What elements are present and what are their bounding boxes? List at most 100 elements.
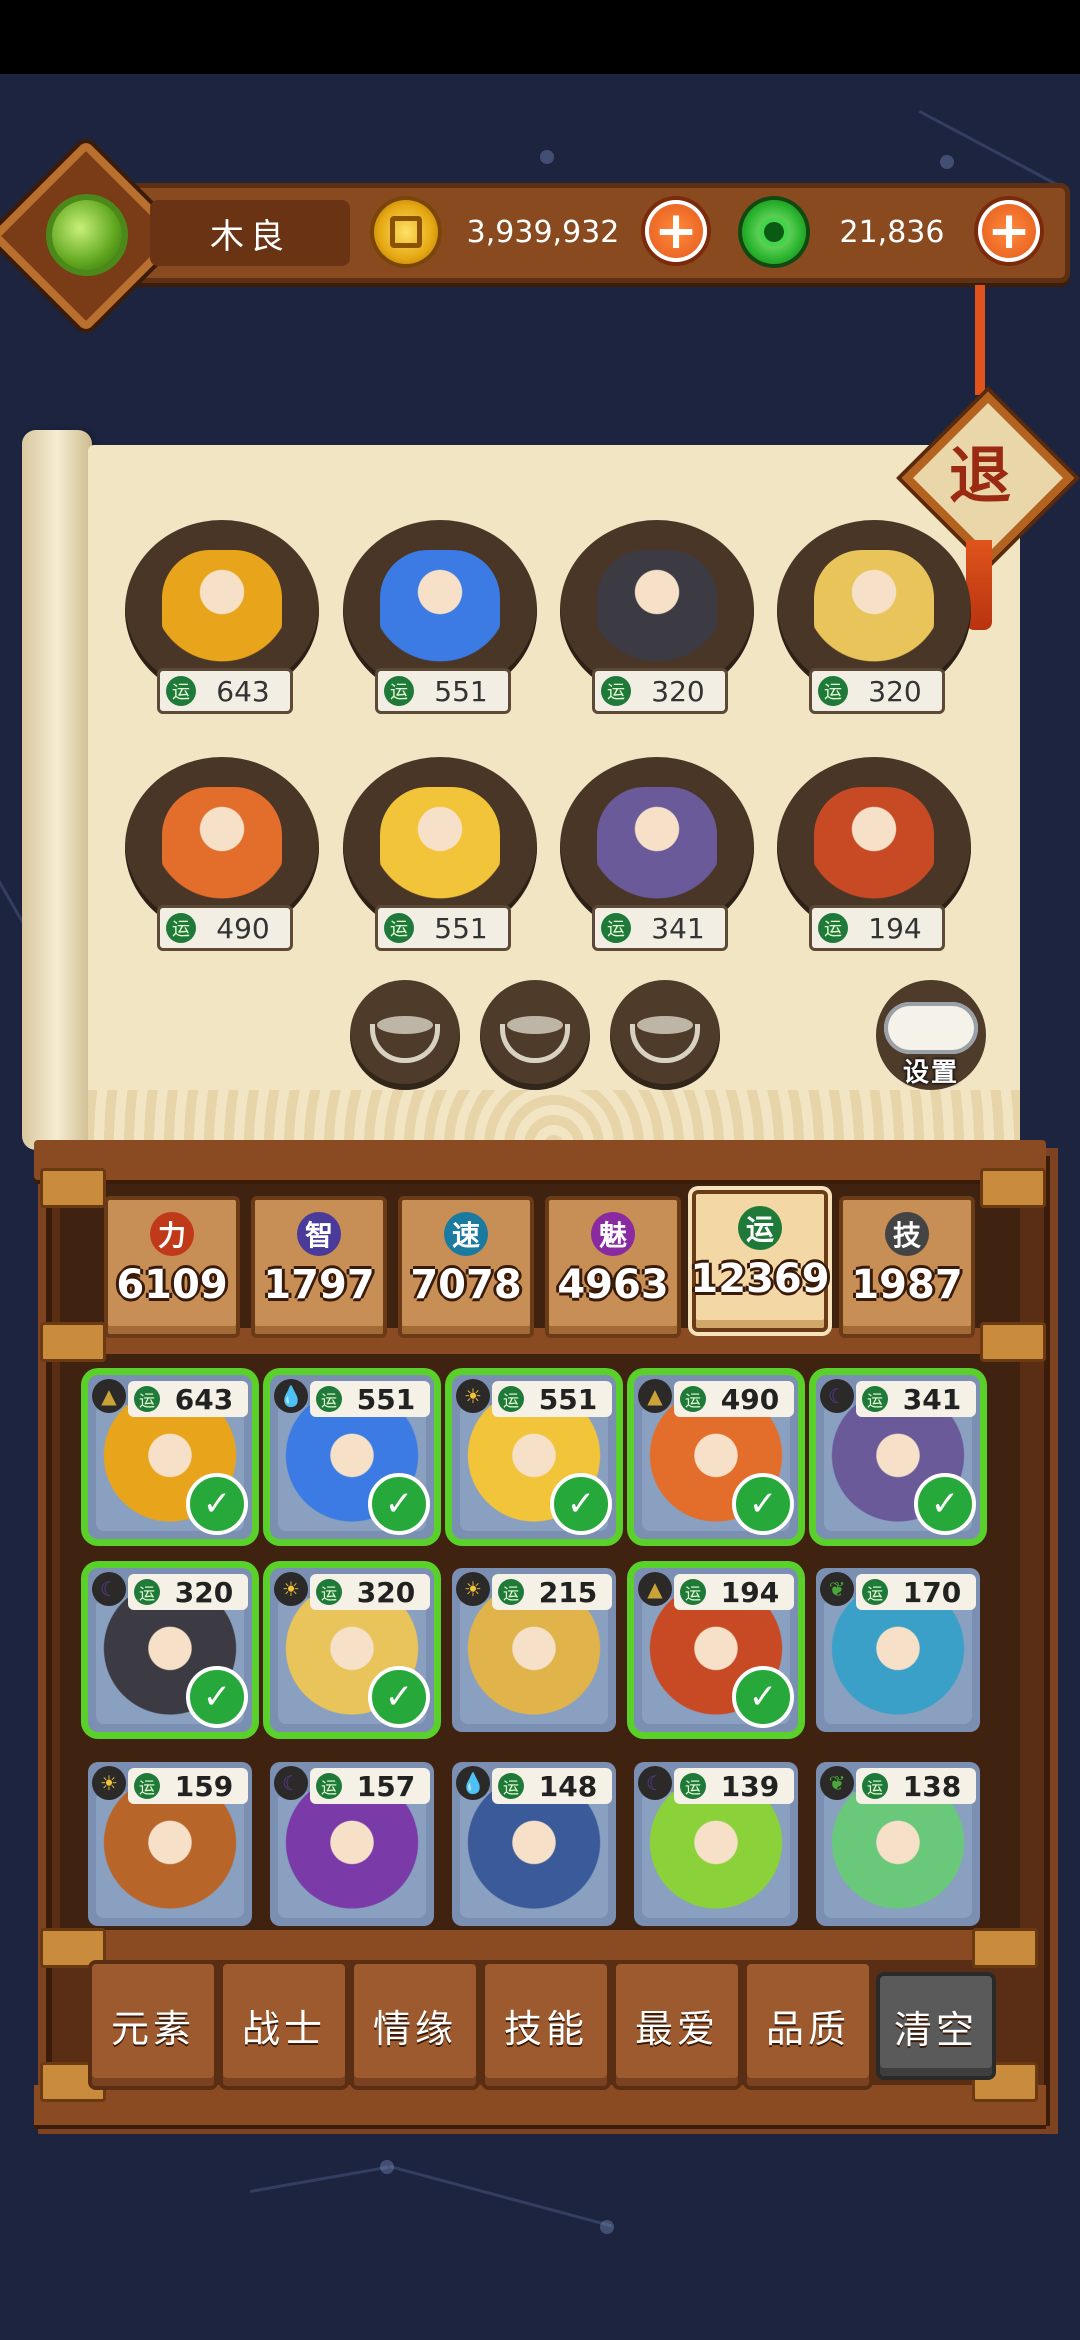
- luck-badge: 运 341: [856, 1381, 976, 1417]
- luck-value: 159: [174, 1769, 234, 1803]
- earth-element-icon: ▲: [92, 1379, 126, 1413]
- hero-card[interactable]: ☀ 运 159: [88, 1762, 252, 1926]
- hero-card[interactable]: ☀ 运 320 ✓: [270, 1568, 434, 1732]
- jade-amount: 21,836: [839, 214, 945, 250]
- bracket: [40, 1322, 106, 1362]
- dark-element-icon: ☾: [274, 1766, 308, 1800]
- luck-icon: 运: [601, 676, 631, 706]
- luck-badge: 运 320: [310, 1574, 430, 1610]
- hero-card[interactable]: 💧 运 148: [452, 1762, 616, 1926]
- luck-icon: 运: [498, 1579, 524, 1605]
- filter-favorite-button[interactable]: 最爱: [612, 1960, 742, 2090]
- add-jade-button[interactable]: +: [978, 200, 1040, 262]
- stat-value: 1797: [263, 1262, 375, 1308]
- luck-badge: 运 148: [492, 1768, 612, 1804]
- luck-icon: 运: [134, 1579, 160, 1605]
- luck-value: 138: [902, 1769, 962, 1803]
- luck-value: 170: [902, 1575, 962, 1609]
- selected-check-icon: ✓: [368, 1473, 430, 1535]
- speed-icon: 速: [444, 1212, 488, 1256]
- luck-badge: 运 194: [809, 905, 945, 951]
- cabinet-shelf: [46, 1930, 1036, 1960]
- stat-tab-charm[interactable]: 魅 4963: [545, 1196, 681, 1338]
- luck-icon: 运: [818, 676, 848, 706]
- hero-card[interactable]: ☾ 运 157: [270, 1762, 434, 1926]
- luck-badge: 运 320: [592, 668, 728, 714]
- exit-string: [975, 285, 985, 395]
- hero-card[interactable]: ▲ 运 643 ✓: [88, 1375, 252, 1539]
- wisdom-icon: 智: [297, 1212, 341, 1256]
- empty-bowl-slot[interactable]: [610, 980, 720, 1090]
- stat-tab-speed[interactable]: 速 7078: [398, 1196, 534, 1338]
- luck-badge: 运 643: [128, 1381, 248, 1417]
- wood-element-icon: ❦: [820, 1766, 854, 1800]
- luck-badge: 运 138: [856, 1768, 976, 1804]
- luck-icon: 运: [166, 913, 196, 943]
- dark-element-icon: ☾: [638, 1766, 672, 1800]
- luck-badge: 运 551: [375, 905, 511, 951]
- luck-icon: 运: [316, 1773, 342, 1799]
- hero-card[interactable]: ▲ 运 194 ✓: [634, 1568, 798, 1732]
- team-slot[interactable]: 运 551: [343, 520, 537, 720]
- team-slot[interactable]: 运 643: [125, 520, 319, 720]
- empty-bowl-slot[interactable]: [350, 980, 460, 1090]
- luck-icon: 运: [601, 913, 631, 943]
- hero-portrait: [380, 787, 500, 907]
- stat-tab-skill[interactable]: 技 1987: [839, 1196, 975, 1338]
- add-gold-button[interactable]: +: [645, 200, 707, 262]
- luck-badge: 运 490: [674, 1381, 794, 1417]
- bg-line: [250, 2165, 389, 2193]
- luck-value: 551: [356, 1382, 416, 1416]
- settings-button[interactable]: 设置: [876, 980, 986, 1090]
- team-slot[interactable]: 运 490: [125, 757, 319, 957]
- bracket: [972, 1928, 1038, 1968]
- hero-card[interactable]: ☀ 运 215: [452, 1568, 616, 1732]
- hero-card[interactable]: ☾ 运 139: [634, 1762, 798, 1926]
- filter-skill-button[interactable]: 技能: [481, 1960, 611, 2090]
- team-slot[interactable]: 运 320: [560, 520, 754, 720]
- avatar[interactable]: [32, 180, 142, 290]
- hero-card-art: [460, 1792, 608, 1918]
- filter-warrior-button[interactable]: 战士: [219, 1960, 349, 2090]
- luck-value: 341: [651, 911, 705, 945]
- filter-bond-button[interactable]: 情缘: [350, 1960, 480, 2090]
- luck-badge: 运 490: [157, 905, 293, 951]
- stat-tab-luck[interactable]: 运 12369: [690, 1190, 830, 1332]
- dark-element-icon: ☾: [820, 1379, 854, 1413]
- water-element-icon: 💧: [456, 1766, 490, 1800]
- hero-card[interactable]: ☀ 运 551 ✓: [452, 1375, 616, 1539]
- filter-quality-button[interactable]: 品质: [743, 1960, 873, 2090]
- team-slot[interactable]: 运 551: [343, 757, 537, 957]
- luck-badge: 运 159: [128, 1768, 248, 1804]
- luck-value: 551: [538, 1382, 598, 1416]
- luck-icon: 运: [384, 676, 414, 706]
- gold-amount: 3,939,932: [466, 214, 620, 250]
- hero-card-art: [824, 1598, 972, 1724]
- luck-value: 148: [538, 1769, 598, 1803]
- empty-bowl-slot[interactable]: [480, 980, 590, 1090]
- hero-card[interactable]: ☾ 运 341 ✓: [816, 1375, 980, 1539]
- hero-card[interactable]: ❦ 运 138: [816, 1762, 980, 1926]
- hero-portrait: [597, 787, 717, 907]
- team-slot[interactable]: 运 194: [777, 757, 971, 957]
- light-element-icon: ☀: [92, 1766, 126, 1800]
- bracket: [980, 1322, 1046, 1362]
- hero-portrait: [162, 550, 282, 670]
- cabinet-bottom-rail: [34, 2085, 1046, 2125]
- stat-tab-strength[interactable]: 力 6109: [104, 1196, 240, 1338]
- luck-icon: 运: [134, 1773, 160, 1799]
- hero-card[interactable]: 💧 运 551 ✓: [270, 1375, 434, 1539]
- team-slot[interactable]: 运 320: [777, 520, 971, 720]
- clear-button[interactable]: 清空: [876, 1972, 996, 2080]
- luck-badge: 运 320: [809, 668, 945, 714]
- stat-tab-wisdom[interactable]: 智 1797: [251, 1196, 387, 1338]
- team-slot[interactable]: 运 341: [560, 757, 754, 957]
- luck-icon: 运: [498, 1773, 524, 1799]
- hero-card[interactable]: ▲ 运 490 ✓: [634, 1375, 798, 1539]
- luck-icon: 运: [680, 1579, 706, 1605]
- luck-badge: 运 551: [310, 1381, 430, 1417]
- filter-element-button[interactable]: 元素: [88, 1960, 218, 2090]
- hero-card[interactable]: ☾ 运 320 ✓: [88, 1568, 252, 1732]
- hero-card[interactable]: ❦ 运 170: [816, 1568, 980, 1732]
- luck-icon: 运: [738, 1206, 782, 1250]
